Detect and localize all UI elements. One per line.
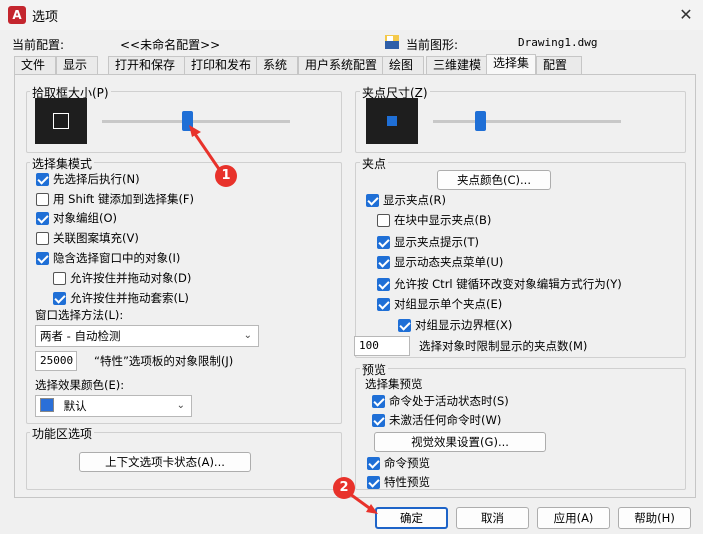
annotation-arrow-1 bbox=[191, 130, 223, 173]
annotation-arrow-2 bbox=[349, 492, 373, 512]
tab-selection[interactable]: 选择集 bbox=[486, 54, 536, 74]
options-dialog: A 选项 ✕ 当前配置: <<未命名配置>> 当前图形: Drawing1.dw… bbox=[0, 0, 703, 534]
annotation-badge-1: 1 bbox=[215, 165, 237, 187]
annotation-arrows bbox=[189, 125, 378, 514]
annotation-badge-2: 2 bbox=[333, 477, 355, 499]
annotation-arrowhead-1 bbox=[189, 125, 201, 137]
